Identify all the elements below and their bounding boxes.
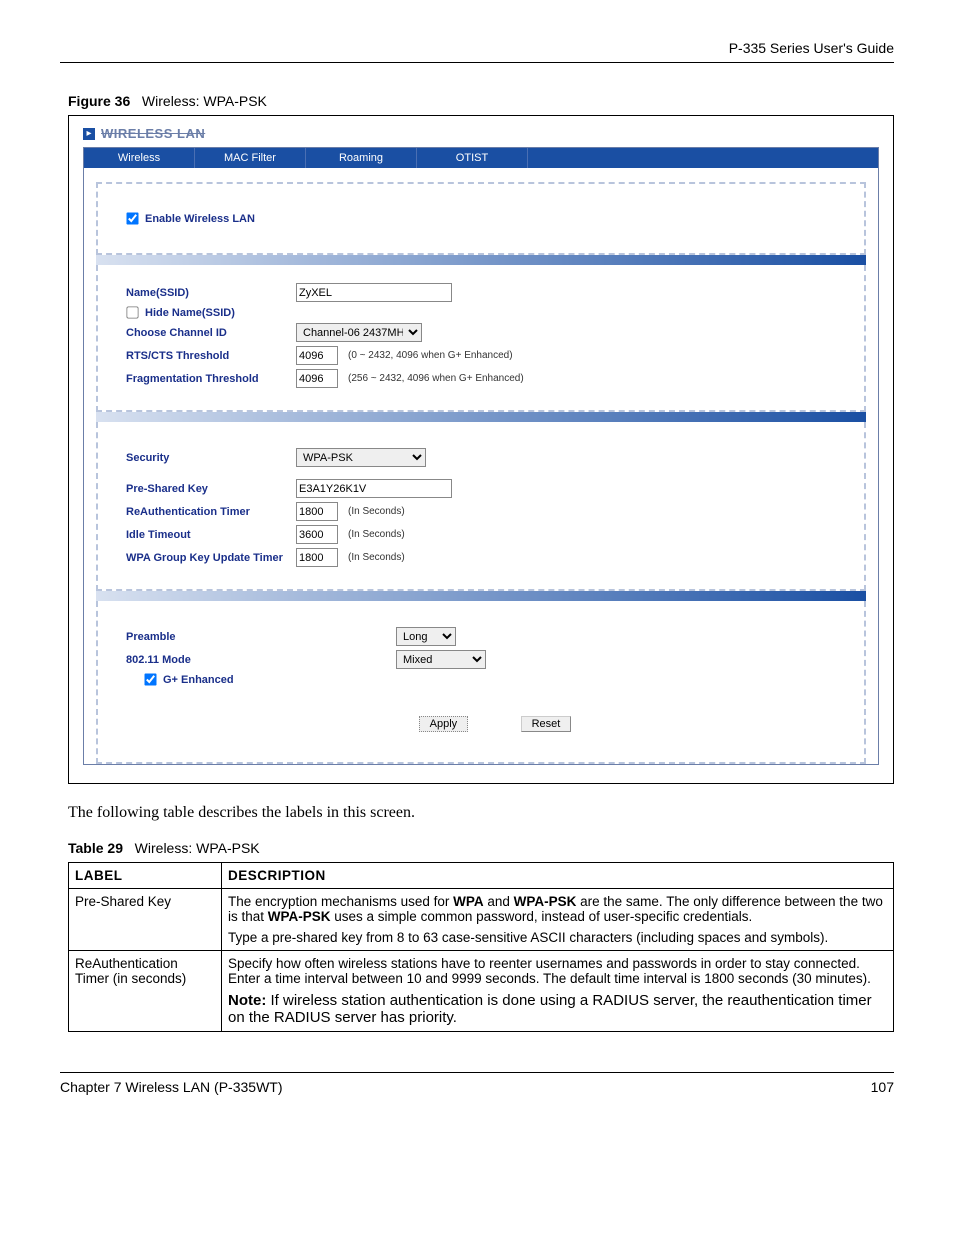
figure-title: Wireless: WPA-PSK — [142, 93, 267, 109]
enable-wlan-checkbox[interactable] — [126, 212, 138, 224]
ssid-input[interactable] — [296, 283, 452, 302]
hide-ssid-label: Hide Name(SSID) — [145, 307, 235, 319]
th-desc: DESCRIPTION — [222, 863, 894, 889]
security-select[interactable]: WPA-PSK — [296, 448, 426, 467]
intro-paragraph: The following table describes the labels… — [68, 804, 894, 822]
preamble-select[interactable]: Long — [396, 627, 456, 646]
channel-label: Choose Channel ID — [126, 327, 296, 339]
description-table: LABEL DESCRIPTION Pre-Shared Key The enc… — [68, 862, 894, 1032]
screenshot-frame: ▸ WIRELESS LAN Wireless MAC Filter Roami… — [68, 115, 894, 784]
tab-otist[interactable]: OTIST — [417, 148, 528, 168]
table-caption: Table 29 Wireless: WPA-PSK — [68, 840, 894, 856]
rtscts-input[interactable] — [296, 346, 338, 365]
apply-button[interactable]: Apply — [419, 716, 469, 732]
gplus-checkbox[interactable] — [144, 673, 156, 685]
channel-select[interactable]: Channel-06 2437MHz — [296, 323, 422, 342]
psk-label: Pre-Shared Key — [126, 483, 296, 495]
reauth-input[interactable] — [296, 502, 338, 521]
seconds-hint: (In Seconds) — [348, 552, 405, 563]
table-row: Pre-Shared Key The encryption mechanisms… — [69, 889, 894, 951]
ssid-label: Name(SSID) — [126, 287, 296, 299]
table-label: Table 29 — [68, 840, 123, 856]
gradient-divider — [96, 412, 866, 422]
cell-label: Pre-Shared Key — [69, 889, 222, 951]
tab-spacer — [528, 148, 878, 168]
tab-bar: Wireless MAC Filter Roaming OTIST — [84, 148, 878, 168]
figure-label: Figure 36 — [68, 93, 130, 109]
tab-roaming[interactable]: Roaming — [306, 148, 417, 168]
cell-desc: The encryption mechanisms used for WPA a… — [222, 889, 894, 951]
arrow-right-icon: ▸ — [83, 128, 95, 140]
rtscts-hint: (0 ~ 2432, 4096 when G+ Enhanced) — [348, 350, 513, 361]
security-label: Security — [126, 452, 296, 464]
rtscts-label: RTS/CTS Threshold — [126, 350, 296, 362]
page-header: P-335 Series User's Guide — [60, 40, 894, 63]
page-footer: Chapter 7 Wireless LAN (P-335WT) 107 — [60, 1072, 894, 1095]
table-title: Wireless: WPA-PSK — [135, 840, 260, 856]
idle-input[interactable] — [296, 525, 338, 544]
psk-input[interactable] — [296, 479, 452, 498]
footer-page: 107 — [871, 1079, 894, 1095]
table-row: ReAuthentication Timer (in seconds) Spec… — [69, 951, 894, 1032]
reauth-label: ReAuthentication Timer — [126, 506, 296, 518]
frag-input[interactable] — [296, 369, 338, 388]
frag-hint: (256 ~ 2432, 4096 when G+ Enhanced) — [348, 373, 524, 384]
section-security: Security WPA-PSK Pre-Shared Key ReAuthen… — [96, 422, 866, 591]
section-ssid: Name(SSID) Hide Name(SSID) Choose Channe… — [96, 265, 866, 412]
th-label: LABEL — [69, 863, 222, 889]
gradient-divider — [96, 591, 866, 601]
wireless-panel: Wireless MAC Filter Roaming OTIST Enable… — [83, 147, 879, 765]
hide-ssid-checkbox[interactable] — [126, 306, 138, 318]
frag-label: Fragmentation Threshold — [126, 373, 296, 385]
cell-desc: Specify how often wireless stations have… — [222, 951, 894, 1032]
cell-label: ReAuthentication Timer (in seconds) — [69, 951, 222, 1032]
gradient-divider — [96, 255, 866, 265]
panel-heading: WIRELESS LAN — [101, 126, 205, 141]
gplus-label: G+ Enhanced — [163, 674, 234, 686]
tab-wireless[interactable]: Wireless — [84, 148, 195, 168]
seconds-hint: (In Seconds) — [348, 506, 405, 517]
footer-chapter: Chapter 7 Wireless LAN (P-335WT) — [60, 1079, 283, 1095]
section-enable: Enable Wireless LAN — [96, 182, 866, 255]
mode-select[interactable]: Mixed — [396, 650, 486, 669]
wpa-group-input[interactable] — [296, 548, 338, 567]
enable-wlan-label: Enable Wireless LAN — [145, 213, 255, 225]
section-mode: Preamble Long 802.11 Mode Mixed — [96, 601, 866, 764]
mode-label: 802.11 Mode — [126, 654, 396, 666]
seconds-hint: (In Seconds) — [348, 529, 405, 540]
figure-caption: Figure 36 Wireless: WPA-PSK — [68, 93, 894, 109]
tab-mac-filter[interactable]: MAC Filter — [195, 148, 306, 168]
wpa-group-label: WPA Group Key Update Timer — [126, 552, 296, 564]
preamble-label: Preamble — [126, 631, 396, 643]
reset-button[interactable]: Reset — [521, 716, 572, 732]
idle-label: Idle Timeout — [126, 529, 296, 541]
